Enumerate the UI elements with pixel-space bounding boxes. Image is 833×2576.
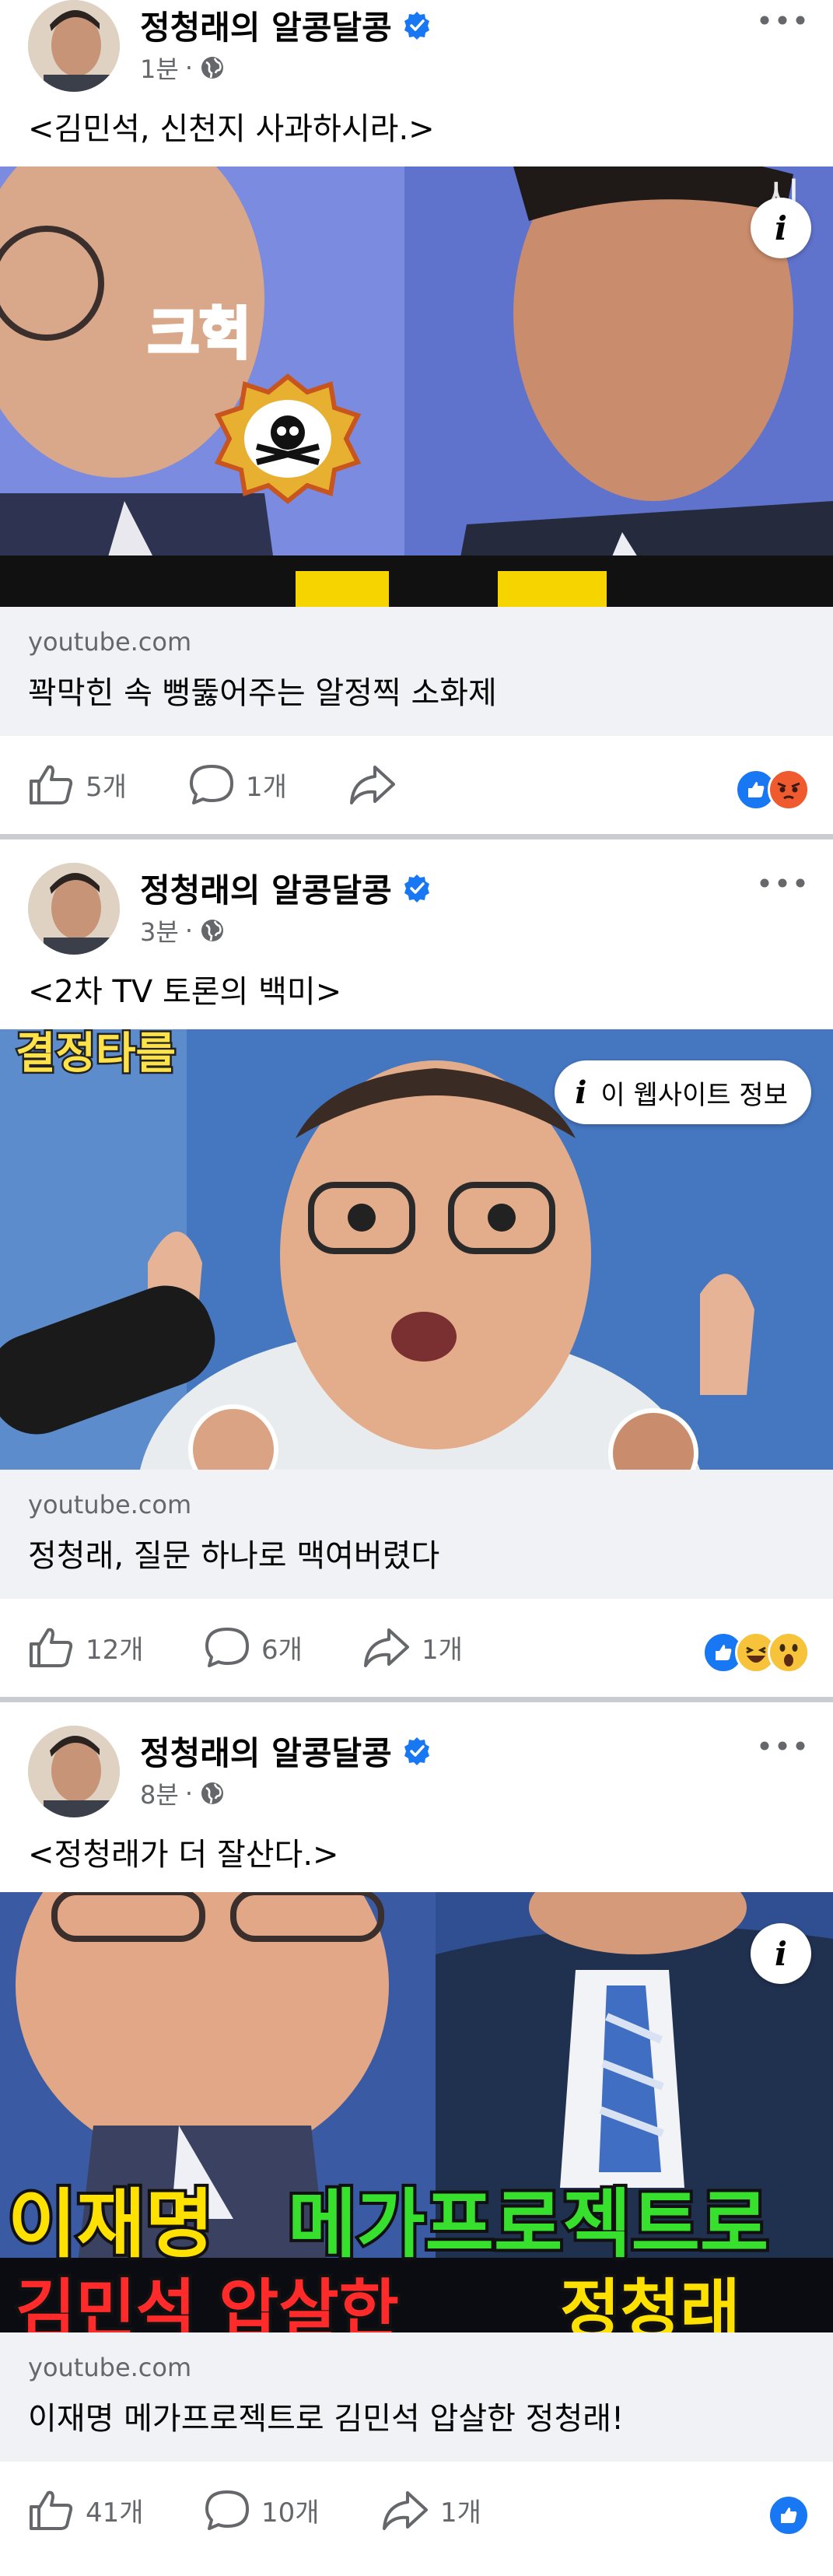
meta-separator: · xyxy=(184,1779,193,1808)
post-text: <정청래가 더 잘산다.> xyxy=(28,1837,339,1873)
like-count: 12개 xyxy=(86,1634,144,1666)
globe-icon xyxy=(201,920,223,941)
meta-separator: · xyxy=(184,53,193,82)
post-meta: 1분 · xyxy=(140,50,226,86)
link-domain: youtube.com xyxy=(28,2353,192,2382)
verified-badge-icon xyxy=(404,11,429,40)
thumbnail-overlay-text: 결정타를 xyxy=(16,1029,176,1079)
comment-button[interactable]: 10개 xyxy=(204,2488,320,2532)
comment-icon xyxy=(205,2490,249,2530)
reaction-summary[interactable] xyxy=(702,1631,810,1674)
verified-badge-icon xyxy=(404,1737,429,1765)
info-icon: i xyxy=(575,1074,587,1111)
post-text: <2차 TV 토론의 백미> xyxy=(28,974,342,1010)
author-label: 정청래의 알콩달콩 xyxy=(140,871,392,909)
like-count: 5개 xyxy=(86,771,127,803)
website-info-button[interactable]: i 이 웹사이트 정보 xyxy=(555,1060,811,1124)
like-reaction-icon xyxy=(768,2494,810,2536)
info-icon[interactable]: i xyxy=(751,1923,811,1984)
comment-count: 6개 xyxy=(261,1634,303,1666)
post-text: <김민석, 신천지 사과하시라.> xyxy=(28,111,435,147)
post-divider xyxy=(0,1697,833,1702)
globe-icon xyxy=(201,1782,223,1804)
thumbnail-overlay-line2b: 정청래 xyxy=(560,2272,740,2332)
share-icon xyxy=(383,2491,428,2530)
post: 정청래의 알콩달콩 8분 · <정청래가 더 잘산다.> 이재명 메가프로젝트로… xyxy=(0,1702,833,2560)
reaction-summary[interactable] xyxy=(735,769,810,811)
globe-icon xyxy=(201,57,223,79)
comment-icon xyxy=(205,1628,249,1667)
thumbs-up-icon xyxy=(30,765,73,804)
post-meta: 8분 · xyxy=(140,1775,226,1811)
post-divider xyxy=(0,834,833,839)
comment-count: 10개 xyxy=(261,2497,320,2529)
more-options-icon[interactable] xyxy=(755,1730,810,1761)
share-count: 1개 xyxy=(440,2497,481,2529)
share-icon xyxy=(350,766,395,804)
share-button[interactable]: 1개 xyxy=(381,2488,481,2532)
thumbs-up-icon xyxy=(30,2490,73,2530)
post-time[interactable]: 3분 xyxy=(140,913,179,948)
post-meta: 3분 · xyxy=(140,913,226,948)
link-domain: youtube.com xyxy=(28,1490,192,1519)
post-time[interactable]: 8분 xyxy=(140,1775,179,1811)
link-title: 이재명 메가프로젝트로 김민석 압살한 정청래! xyxy=(28,2401,625,2437)
post-header: 정청래의 알콩달콩 8분 · xyxy=(0,1726,833,1827)
author-name[interactable]: 정청래의 알콩달콩 xyxy=(140,1727,432,1775)
like-button[interactable]: 5개 xyxy=(28,762,127,806)
share-icon xyxy=(364,1628,409,1667)
more-options-icon[interactable] xyxy=(755,5,810,36)
link-preview[interactable]: youtube.com 이재명 메가프로젝트로 김민석 압살한 정청래! xyxy=(0,2332,833,2462)
link-thumbnail[interactable]: 이재명 메가프로젝트로 김민석 압살한 정청래 i xyxy=(0,1892,833,2332)
thumbnail-overlay-line1b: 메가프로젝트로 xyxy=(288,2181,768,2268)
like-button[interactable]: 41개 xyxy=(28,2488,144,2532)
avatar[interactable] xyxy=(28,1726,120,1817)
action-bar: 12개 6개 1개 xyxy=(0,1599,833,1697)
comment-count: 1개 xyxy=(246,771,287,803)
link-domain: youtube.com xyxy=(28,627,192,657)
thumbnail-overlay-line1a: 이재명 xyxy=(8,2181,214,2268)
post-header: 정청래의 알콩달콩 1분 · xyxy=(0,0,833,101)
link-preview[interactable]: youtube.com 정청래, 질문 하나로 맥여버렸다 xyxy=(0,1470,833,1599)
website-info-label: 이 웹사이트 정보 xyxy=(600,1079,788,1111)
share-button[interactable] xyxy=(348,762,408,806)
link-title: 정청래, 질문 하나로 맥여버렸다 xyxy=(28,1538,440,1574)
post: 정청래의 알콩달콩 1분 · <김민석, 신천지 사과하시라.> 크헉 i yo… xyxy=(0,0,833,839)
angry-reaction-icon xyxy=(768,769,810,811)
post: 정청래의 알콩달콩 3분 · <2차 TV 토론의 백미> 결정타를 i 이 웹… xyxy=(0,839,833,1702)
avatar[interactable] xyxy=(28,863,120,955)
link-thumbnail[interactable]: 크헉 시 i xyxy=(0,166,833,607)
info-icon[interactable]: i xyxy=(751,198,811,258)
thumbnail-overlay-line2a: 김민석 압살한 xyxy=(16,2272,399,2332)
link-title: 꽉막힌 속 뻥뚫어주는 알정찍 소화제 xyxy=(28,675,497,711)
thumbnail-overlay-text: 크헉 xyxy=(148,301,250,366)
author-label: 정청래의 알콩달콩 xyxy=(140,1734,392,1772)
comment-icon xyxy=(190,765,233,804)
comment-button[interactable]: 1개 xyxy=(188,762,287,806)
avatar[interactable] xyxy=(28,0,120,92)
comment-button[interactable]: 6개 xyxy=(204,1625,303,1669)
author-name[interactable]: 정청래의 알콩달콩 xyxy=(140,864,432,912)
link-preview[interactable]: youtube.com 꽉막힌 속 뻥뚫어주는 알정찍 소화제 xyxy=(0,607,833,736)
meta-separator: · xyxy=(184,916,193,945)
reaction-summary[interactable] xyxy=(768,2494,810,2536)
wow-reaction-icon xyxy=(768,1631,810,1674)
author-label: 정청래의 알콩달콩 xyxy=(140,9,392,47)
link-thumbnail[interactable]: 결정타를 i 이 웹사이트 정보 xyxy=(0,1029,833,1470)
thumbnail-image: 크헉 시 xyxy=(0,166,833,607)
post-time[interactable]: 1분 xyxy=(140,50,179,86)
verified-badge-icon xyxy=(404,874,429,902)
more-options-icon[interactable] xyxy=(755,867,810,899)
like-count: 41개 xyxy=(86,2497,144,2529)
author-name[interactable]: 정청래의 알콩달콩 xyxy=(140,2,432,49)
post-header: 정청래의 알콩달콩 3분 · xyxy=(0,863,833,964)
share-count: 1개 xyxy=(422,1634,463,1666)
thumbs-up-icon xyxy=(30,1628,73,1667)
action-bar: 5개 1개 xyxy=(0,736,833,834)
thumbnail-image: 이재명 메가프로젝트로 김민석 압살한 정청래 xyxy=(0,1892,833,2332)
share-button[interactable]: 1개 xyxy=(362,1625,463,1669)
action-bar: 41개 10개 1개 xyxy=(0,2462,833,2560)
like-button[interactable]: 12개 xyxy=(28,1625,144,1669)
